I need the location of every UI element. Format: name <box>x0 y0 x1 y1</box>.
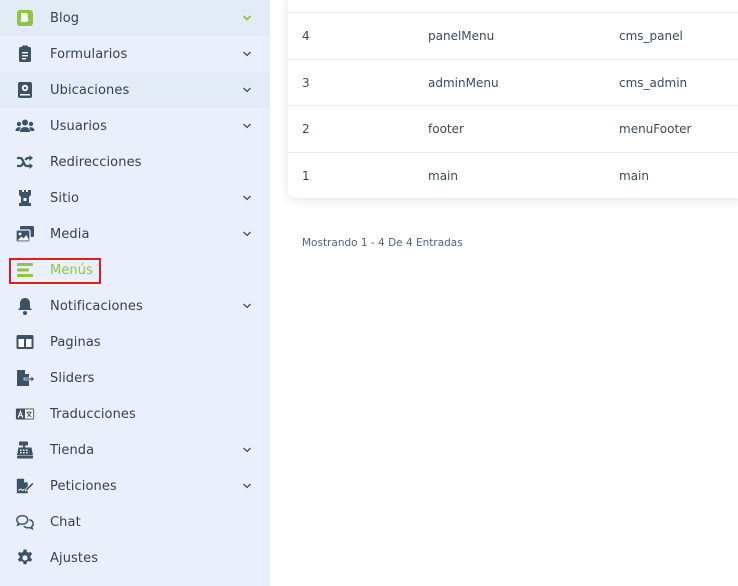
sidebar-item-label: Media <box>50 226 90 242</box>
sidebar-item-usuarios[interactable]: Usuarios <box>0 108 270 144</box>
bell-icon <box>14 295 36 317</box>
sidebar-item-label: Ubicaciones <box>50 82 130 98</box>
sidebar-item-blog[interactable]: Blog <box>0 0 270 36</box>
cell-key: cms_panel <box>619 29 683 43</box>
cell-id: 1 <box>302 169 310 183</box>
table-row[interactable]: 1 main main <box>288 152 738 198</box>
cell-id: 3 <box>302 76 310 90</box>
images-icon <box>14 223 36 245</box>
cell-name: adminMenu <box>428 76 499 90</box>
shuffle-icon <box>14 151 36 173</box>
cell-id: 4 <box>302 29 310 43</box>
sidebar-item-label: Chat <box>50 514 81 530</box>
comments-icon <box>14 511 36 533</box>
sidebar-item-label: Blog <box>50 10 80 26</box>
chevron-down-icon[interactable] <box>242 445 252 455</box>
table-row[interactable]: 3 adminMenu cms_admin <box>288 59 738 106</box>
chevron-down-icon[interactable] <box>242 49 252 59</box>
chevron-down-icon[interactable] <box>242 85 252 95</box>
table-row[interactable]: 4 panelMenu cms_panel <box>288 12 738 59</box>
sidebar-item-redirecciones[interactable]: Redirecciones <box>0 144 270 180</box>
cell-name: footer <box>428 122 464 136</box>
sidebar-item-peticiones[interactable]: Peticiones <box>0 468 270 504</box>
cell-key: main <box>619 169 649 183</box>
sidebar-item-label: Sitio <box>50 190 80 206</box>
sidebar-item-label: Tienda <box>50 442 95 458</box>
sidebar-item-notificaciones[interactable]: Notificaciones <box>0 288 270 324</box>
cash-register-icon <box>14 439 36 461</box>
cell-key: cms_admin <box>619 76 688 90</box>
sidebar-item-chat[interactable]: Chat <box>0 504 270 540</box>
cell-name: panelMenu <box>428 29 495 43</box>
map-book-icon <box>14 79 36 101</box>
tower-icon <box>14 187 36 209</box>
sidebar-item-label: Formularios <box>50 46 128 62</box>
sidebar-item-traducciones[interactable]: Traducciones <box>0 396 270 432</box>
sidebar-item-ajustes[interactable]: Ajustes <box>0 540 270 576</box>
sidebar-item-tienda[interactable]: Tienda <box>0 432 270 468</box>
cell-key: menuFooter <box>619 122 692 136</box>
table-row[interactable]: 2 footer menuFooter <box>288 105 738 152</box>
menu-bars-icon <box>14 259 36 281</box>
users-icon <box>14 115 36 137</box>
blog-icon <box>14 7 36 29</box>
columns-icon <box>14 331 36 353</box>
chevron-down-icon[interactable] <box>242 13 252 23</box>
clipboard-icon <box>14 43 36 65</box>
chevron-down-icon[interactable] <box>242 193 252 203</box>
chevron-down-icon[interactable] <box>242 481 252 491</box>
sidebar-item-ubicaciones[interactable]: Ubicaciones <box>0 72 270 108</box>
sidebar-item-paginas[interactable]: Paginas <box>0 324 270 360</box>
sidebar-item-formularios[interactable]: Formularios <box>0 36 270 72</box>
sidebar-item-label: Menús <box>50 262 93 278</box>
sidebar-item-label: Traducciones <box>50 406 136 422</box>
language-icon <box>14 403 36 425</box>
sidebar-item-sliders[interactable]: Sliders <box>0 360 270 396</box>
sidebar-item-label: Notificaciones <box>50 298 143 314</box>
cell-name: main <box>428 169 458 183</box>
sidebar-item-label: Peticiones <box>50 478 117 494</box>
sidebar-item-label: Ajustes <box>50 550 99 566</box>
chevron-down-icon[interactable] <box>242 121 252 131</box>
sidebar-item-label: Redirecciones <box>50 154 142 170</box>
sidebar: Blog Formularios Ubicaciones Usuarios Re… <box>0 0 270 586</box>
file-signature-icon <box>14 475 36 497</box>
file-export-icon <box>14 367 36 389</box>
cog-icon <box>14 547 36 569</box>
menus-table: 4 panelMenu cms_panel 3 adminMenu cms_ad… <box>288 0 738 198</box>
pagination-summary: Mostrando 1 - 4 De 4 Entradas <box>302 237 463 249</box>
cell-id: 2 <box>302 122 310 136</box>
chevron-down-icon[interactable] <box>242 301 252 311</box>
sidebar-item-label: Usuarios <box>50 118 107 134</box>
sidebar-item-label: Paginas <box>50 334 101 350</box>
sidebar-item-media[interactable]: Media <box>0 216 270 252</box>
chevron-down-icon[interactable] <box>242 229 252 239</box>
sidebar-item-menus[interactable]: Menús <box>0 252 270 288</box>
sidebar-item-label: Sliders <box>50 370 95 386</box>
sidebar-item-sitio[interactable]: Sitio <box>0 180 270 216</box>
